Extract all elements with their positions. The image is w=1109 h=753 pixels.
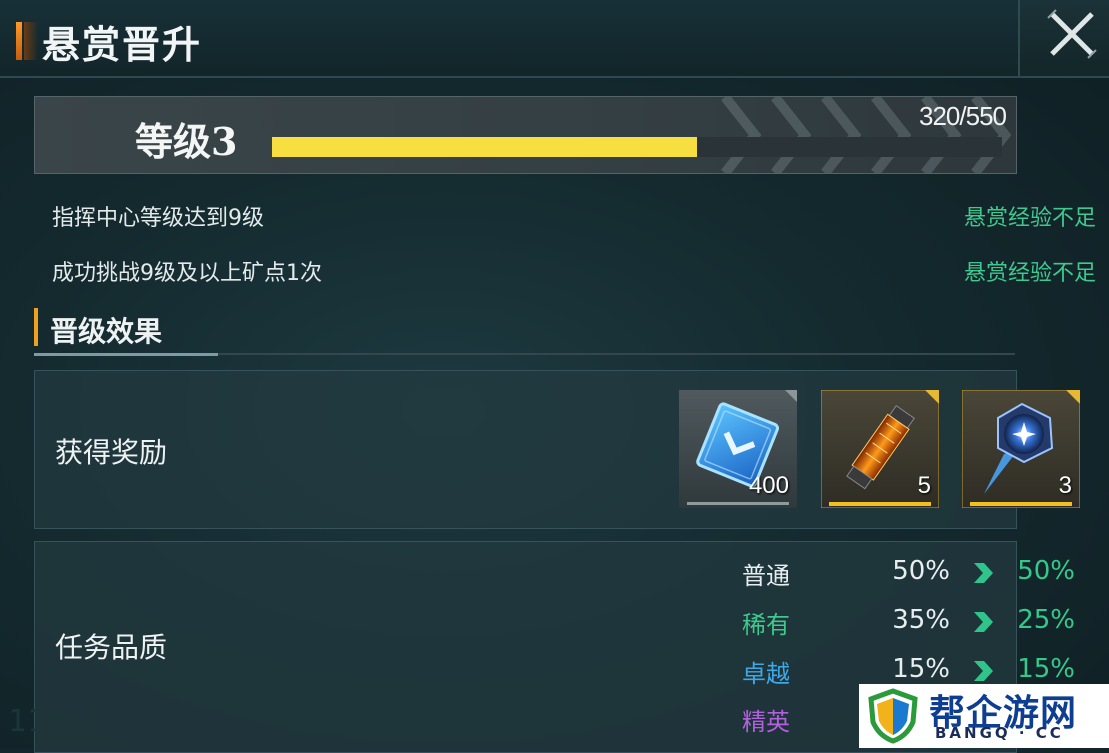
reward-count: 3 [1058,472,1072,499]
xp-progress-bar [272,137,1002,157]
quality-rate-new: 50% [1017,556,1075,586]
site-logo: 帮企游网 BANGQ · CC [859,684,1109,748]
arrow-right-icon [974,612,993,632]
quality-name: 稀有 [742,611,790,639]
reward-item-2[interactable]: 5 [821,390,939,508]
requirement-2: 成功挑战9级及以上矿点1次 [52,261,322,286]
section-divider-highlight [34,353,218,356]
reward-item-1[interactable]: 400 [679,390,797,508]
reward-count: 5 [917,472,931,499]
xp-progress-fill [272,137,697,157]
close-icon [1047,9,1097,59]
rewards-label: 获得奖励 [55,436,168,469]
close-button[interactable] [1018,0,1109,76]
shield-logo-icon [868,688,918,744]
quality-name: 普通 [742,562,790,590]
requirement-1-status: 悬赏经验不足 [963,206,1096,231]
quality-label: 任务品质 [55,631,168,664]
title-accent [16,22,22,60]
reward-item-3[interactable]: 3 [962,390,1080,508]
title-bar: 悬赏晋升 [0,0,1109,78]
quality-name: 卓越 [742,660,790,688]
quality-rate-current: 35% [892,605,950,635]
title-accent-glow [24,22,38,60]
reward-count: 400 [748,472,789,499]
xp-progress-text: 320/550 [919,101,1007,131]
level-label: 等级3 [135,119,238,164]
requirement-1: 指挥中心等级达到9级 [52,206,264,231]
section-accent [34,308,38,346]
level-panel: 等级3 320/550 [34,96,1017,174]
page-title: 悬赏晋升 [42,22,203,67]
quality-rate-new: 25% [1017,605,1075,635]
logo-brand-sub: BANGQ · CC [935,724,1064,742]
quality-rate-current: 15% [892,654,950,684]
quality-name: 精英 [742,708,790,736]
section-title: 晋级效果 [50,315,163,348]
requirement-2-status: 悬赏经验不足 [963,261,1096,286]
arrow-right-icon [974,661,993,681]
quality-rate-new: 15% [1017,654,1075,684]
quality-rate-current: 50% [892,556,950,586]
watermark-code: 11001 [8,704,104,739]
arrow-right-icon [974,563,993,583]
